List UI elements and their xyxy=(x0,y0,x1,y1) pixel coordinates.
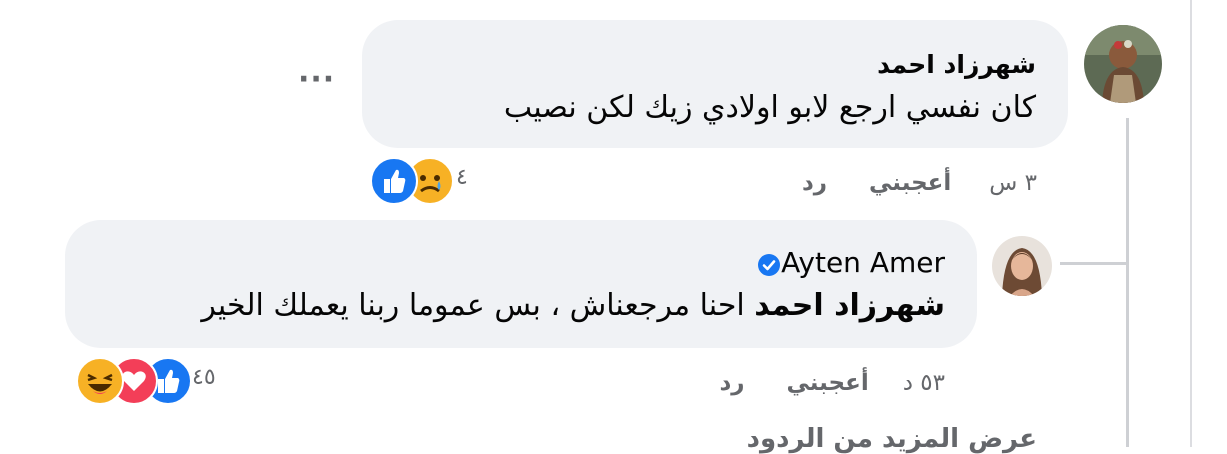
comment-time-2[interactable]: ٥٣ د xyxy=(903,370,945,396)
view-more-replies-link[interactable]: عرض المزيد من الردود xyxy=(747,424,1037,454)
page-divider xyxy=(1190,0,1192,447)
avatar-commenter-2[interactable] xyxy=(992,236,1052,296)
comment-text-1: كان نفسي ارجع لابو اولادي زيك لكن نصيب xyxy=(503,90,1036,125)
comment-text-2: شهرزاد احمد احنا مرجعناش ، بس عموما ربنا… xyxy=(201,288,945,323)
comment-author-1[interactable]: شهرزاد احمد xyxy=(877,50,1036,79)
reactions-count-1: ٤ xyxy=(456,165,468,190)
thread-line-branch xyxy=(1060,262,1128,265)
comment-text-body-2: احنا مرجعناش ، بس عموما ربنا يعملك الخير xyxy=(201,288,745,323)
avatar-commenter-1[interactable] xyxy=(1084,25,1162,103)
comment-author-2[interactable]: Ayten Amer xyxy=(749,246,945,279)
thread-line-vertical xyxy=(1126,118,1129,447)
like-button-2[interactable]: أعجبني xyxy=(787,370,869,396)
haha-icon xyxy=(76,357,124,405)
like-icon xyxy=(370,157,418,205)
reply-button-2[interactable]: رد xyxy=(719,370,744,396)
comment-bubble-1: شهرزاد احمد كان نفسي ارجع لابو اولادي زي… xyxy=(362,20,1068,148)
comment-actions-2: ٥٣ د أعجبني رد xyxy=(719,370,945,396)
comment-author-name-2[interactable]: Ayten Amer xyxy=(781,246,945,279)
more-options-icon[interactable]: ··· xyxy=(298,65,335,95)
reactions-summary-2[interactable]: ٤٥ xyxy=(76,357,246,405)
reactions-summary-1[interactable]: ٤ xyxy=(370,157,480,205)
like-button-1[interactable]: أعجبني xyxy=(869,170,951,196)
reactions-count-2: ٤٥ xyxy=(192,365,216,390)
mention-tag[interactable]: شهرزاد احمد xyxy=(754,288,945,323)
verified-badge-icon xyxy=(757,251,781,276)
comment-time-1[interactable]: ٣ س xyxy=(989,170,1037,196)
comment-bubble-2: Ayten Amer شهرزاد احمد احنا مرجعناش ، بس… xyxy=(65,220,977,348)
reply-button-1[interactable]: رد xyxy=(802,170,827,196)
comment-actions-1: ٣ س أعجبني رد xyxy=(802,170,1037,196)
